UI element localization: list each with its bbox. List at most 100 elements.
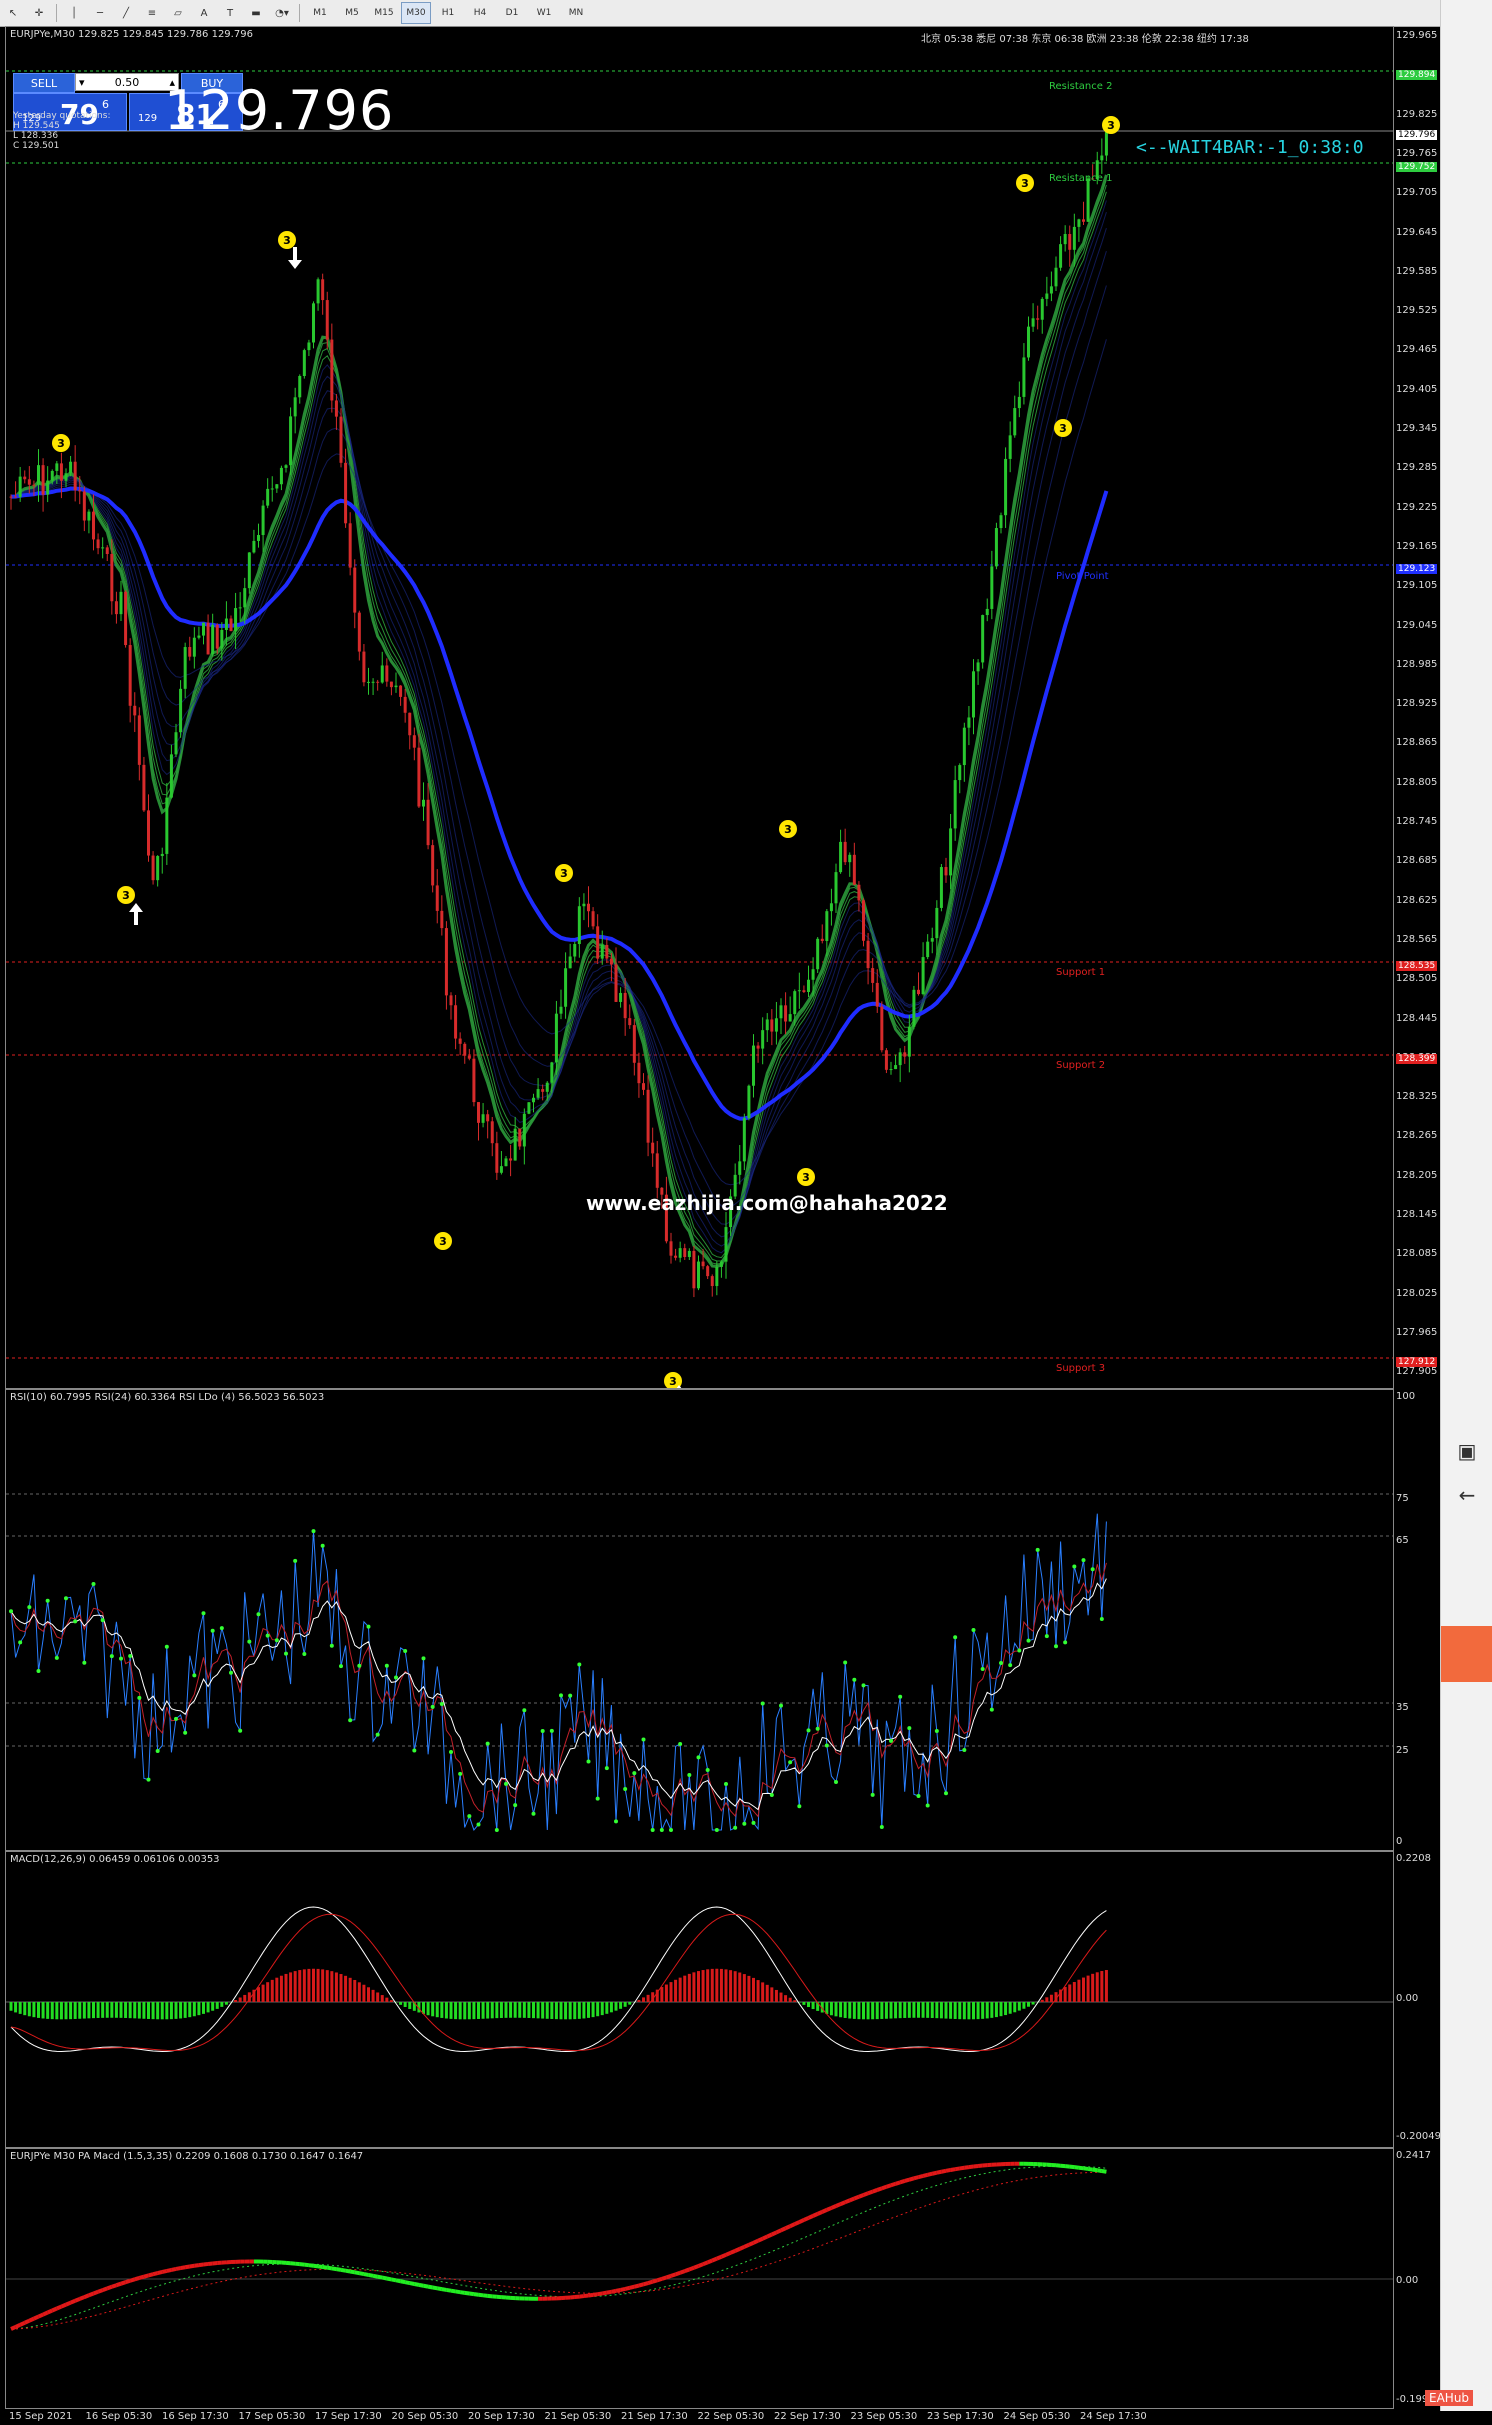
fibonacci-icon[interactable]: ≡ <box>140 2 164 24</box>
candle-body <box>413 735 416 747</box>
macd-histogram-bar <box>981 2002 984 2019</box>
time-axis-tick: 22 Sep 17:30 <box>774 2411 841 2422</box>
timeframe-m15[interactable]: M15 <box>369 2 399 24</box>
macd-histogram-bar <box>19 2002 22 2014</box>
pa-macd-line-segment <box>162 2271 167 2272</box>
candle-body <box>372 682 375 683</box>
back-arrow-icon[interactable]: ← <box>1441 1470 1492 1520</box>
candle-body <box>330 340 333 401</box>
candle-body <box>569 957 572 969</box>
price-axis[interactable]: 129.965129.885129.825129.765129.705129.6… <box>1392 26 1440 1387</box>
rsi-dot <box>238 1729 242 1733</box>
timeframe-d1[interactable]: D1 <box>497 2 527 24</box>
macd-histogram-bar <box>1022 2002 1025 2009</box>
pa-macd-line-segment <box>323 2267 328 2268</box>
macd-histogram-bar <box>1045 1997 1048 2002</box>
window-icon[interactable]: ▣ <box>1441 1426 1492 1476</box>
pa-macd-line-segment <box>1074 2167 1079 2168</box>
candle-body <box>619 993 622 1002</box>
candle-body <box>110 554 113 601</box>
macd-histogram-bar <box>871 2002 874 2019</box>
rectangle-icon[interactable]: ▬ <box>244 2 268 24</box>
candle-body <box>564 968 567 1007</box>
macd-histogram-bar <box>908 2002 911 2018</box>
timeframe-h4[interactable]: H4 <box>465 2 495 24</box>
sell-button[interactable]: SELL <box>13 73 75 93</box>
candle-body <box>170 754 173 797</box>
signal-marker-digit: 3 <box>1021 177 1029 190</box>
macd-histogram-bar <box>477 2002 480 2019</box>
rsi-dot <box>788 1760 792 1764</box>
macd-histogram-bar <box>761 1982 764 2002</box>
pa-macd-line-segment <box>181 2267 186 2268</box>
horizontal-line-icon[interactable]: ─ <box>88 2 112 24</box>
candle-body <box>234 608 237 631</box>
orange-tab[interactable] <box>1441 1626 1492 1682</box>
macd-histogram-bar <box>225 2002 228 2005</box>
candle-body <box>376 682 379 683</box>
timeframe-w1[interactable]: W1 <box>529 2 559 24</box>
macd-histogram-bar <box>844 2002 847 2018</box>
timeframe-m5[interactable]: M5 <box>337 2 367 24</box>
macd-histogram-bar <box>46 2002 49 2019</box>
macd-histogram-bar <box>101 2002 104 2018</box>
cursor-icon[interactable]: ↖ <box>1 2 25 24</box>
candle-body <box>129 645 132 706</box>
candle-body <box>417 748 420 807</box>
rsi-dot <box>1063 1640 1067 1644</box>
candle-body <box>857 885 860 901</box>
candle-body <box>784 1005 787 1021</box>
macd-histogram-bar <box>958 2002 961 2019</box>
rsi-dot <box>706 1768 710 1772</box>
channel-icon[interactable]: ▱ <box>166 2 190 24</box>
candle-body <box>307 342 310 350</box>
candle-body <box>995 528 998 566</box>
rsi-fast-line <box>11 1514 1106 1830</box>
candle-body <box>362 652 365 683</box>
pa-macd-line-segment <box>896 2182 901 2183</box>
macd-histogram-bar <box>193 2002 196 2016</box>
vertical-line-icon[interactable]: │ <box>62 2 86 24</box>
timeframe-m30[interactable]: M30 <box>401 2 431 24</box>
pa-macd-pane[interactable]: EURJPYe M30 PA Macd (1.5,3,35) 0.2209 0.… <box>5 2148 1394 2409</box>
macd-histogram-bar <box>1091 1974 1094 2002</box>
macd-histogram-bar <box>179 2002 182 2018</box>
rsi-pane[interactable]: RSI(10) 60.7995 RSI(24) 60.3364 RSI LDo … <box>5 1389 1394 1851</box>
timeframe-h1[interactable]: H1 <box>433 2 463 24</box>
rsi-dot <box>64 1596 68 1600</box>
time-axis-tick: 20 Sep 05:30 <box>392 2411 459 2422</box>
candle-body <box>312 303 315 342</box>
rsi-dot <box>211 1629 215 1633</box>
macd-histogram-bar <box>271 1980 274 2002</box>
macd-histogram-bar <box>784 1995 787 2002</box>
crosshair-icon[interactable]: ✛ <box>27 2 51 24</box>
rsi-dot <box>852 1678 856 1682</box>
pa-macd-line-segment <box>460 2292 465 2293</box>
macd-histogram-bar <box>848 2002 851 2019</box>
side-panel: ▣ ← <box>1440 0 1492 2411</box>
buy-price-prefix: 129 <box>138 113 157 124</box>
macd-histogram-bar <box>280 1976 283 2002</box>
world-clock: 北京 05:38 悉尼 07:38 东京 06:38 欧洲 23:38 伦敦 2… <box>921 30 1249 45</box>
resistance-1-label: Resistance 1 <box>1049 173 1112 184</box>
trendline-icon[interactable]: ╱ <box>114 2 138 24</box>
lot-decrease-icon[interactable]: ▾ <box>79 76 85 89</box>
price-axis-tick: 128.085 <box>1396 1248 1437 1259</box>
macd-histogram-bar <box>560 2002 563 2019</box>
pa-macd-line-segment <box>611 2291 616 2292</box>
rsi-dot <box>669 1828 673 1832</box>
pa-macd-line-segment <box>937 2172 942 2173</box>
text-icon[interactable]: A <box>192 2 216 24</box>
shapes-icon[interactable]: ◔▾ <box>270 2 294 24</box>
candle-body <box>358 613 361 652</box>
pa-macd-line-segment <box>877 2188 882 2190</box>
price-chart-pane[interactable]: 33333333333 EURJPYe,M30 129.825 129.845 … <box>5 26 1394 1389</box>
pa-macd-line-segment <box>66 2303 71 2305</box>
rsi-dot <box>742 1822 746 1826</box>
timeframe-m1[interactable]: M1 <box>305 2 335 24</box>
macd-pane[interactable]: MACD(12,26,9) 0.06459 0.06106 0.00353 <box>5 1851 1394 2148</box>
text-label-icon[interactable]: T <box>218 2 242 24</box>
eahub-badge[interactable]: EAHub <box>1425 2390 1473 2406</box>
timeframe-mn[interactable]: MN <box>561 2 591 24</box>
pa-macd-axis: 0.24170.00-0.1999 <box>1392 2148 1440 2407</box>
